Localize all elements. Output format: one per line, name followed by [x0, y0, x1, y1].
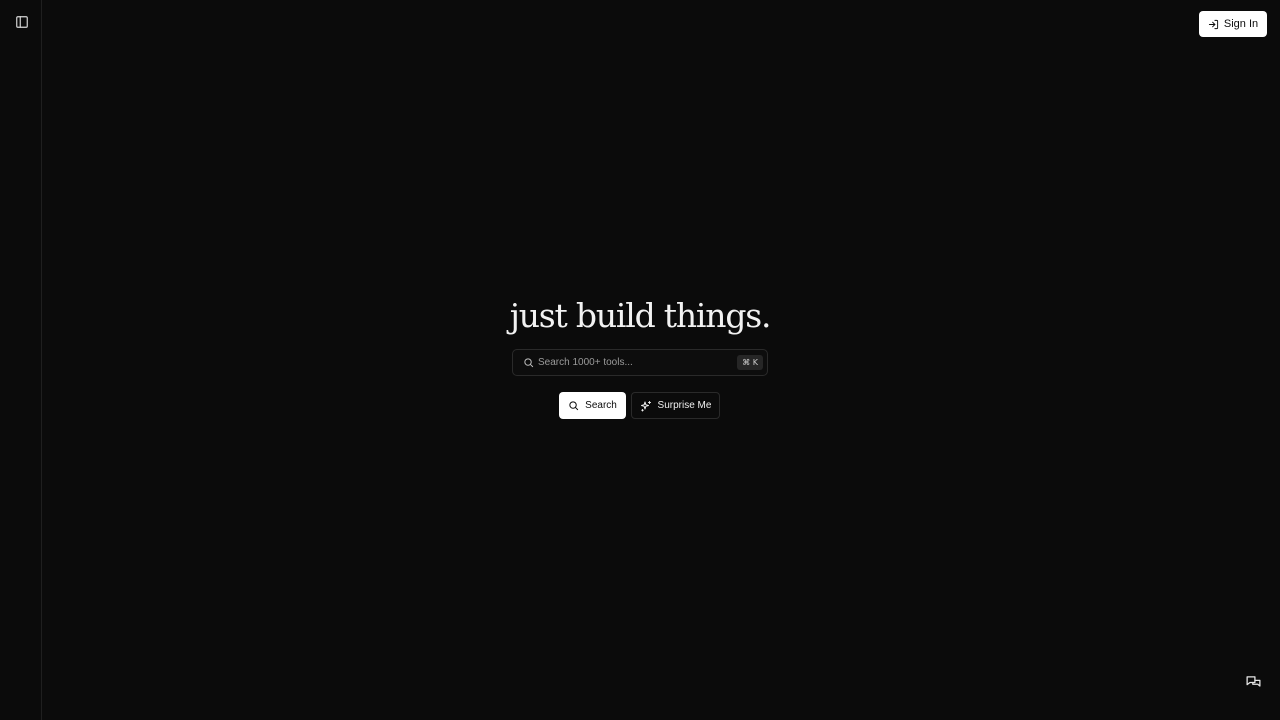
- search-box[interactable]: ⌘ K: [512, 349, 768, 376]
- hero-title: just build things.: [509, 296, 772, 335]
- chat-bubbles-icon: [1245, 675, 1261, 687]
- search-icon: [522, 357, 534, 369]
- sparkles-icon: [640, 400, 651, 411]
- search-input[interactable]: [538, 350, 738, 375]
- search-button[interactable]: Search: [559, 392, 626, 419]
- search-icon: [569, 401, 579, 411]
- hero-section: just build things. ⌘ K Search: [0, 0, 1280, 720]
- search-button-label: Search: [585, 400, 617, 411]
- app-root: Sign In just build things. ⌘ K Search: [0, 0, 1280, 720]
- feedback-button[interactable]: [1243, 672, 1263, 692]
- keyboard-shortcut-badge: ⌘ K: [737, 355, 763, 370]
- surprise-me-label: Surprise Me: [657, 400, 712, 411]
- surprise-me-button[interactable]: Surprise Me: [631, 392, 720, 419]
